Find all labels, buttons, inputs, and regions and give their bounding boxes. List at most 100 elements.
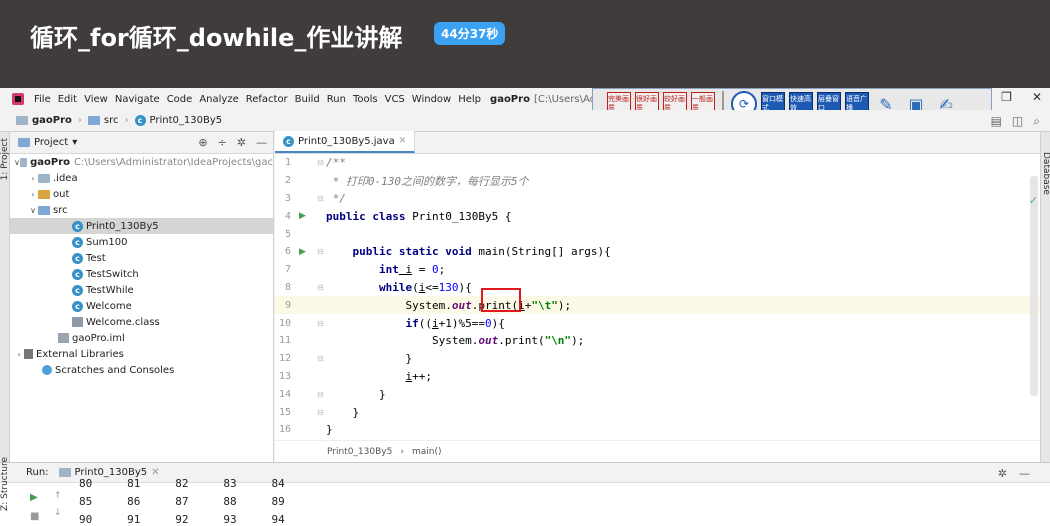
tree-item-label: gaoPro.iml (72, 332, 125, 344)
vertical-scrollbar[interactable] (1030, 176, 1038, 396)
class-icon: c (72, 252, 83, 264)
chevron-right-icon: › (77, 115, 82, 126)
tree-item-root[interactable]: ∨ gaoPro C:\Users\Administrator\IdeaProj… (10, 154, 273, 170)
fold-icon[interactable]: ⊟ (317, 390, 324, 399)
fold-icon[interactable]: ⊟ (317, 319, 324, 328)
breadcrumb-class[interactable]: c Print0_130By5 (134, 115, 222, 126)
tree-item-idea[interactable]: › .idea (10, 170, 273, 186)
fold-icon[interactable]: ⊟ (317, 408, 324, 417)
line-number: 1 (284, 157, 291, 169)
code-line: 13 i++; (275, 368, 1040, 386)
code-text: System.out.print(i+"\t"); (326, 298, 572, 312)
scroll-down-icon[interactable]: ↓ (54, 508, 62, 518)
code-line: 3 ⊟ */ (275, 190, 1040, 208)
console-output-line: 85 86 87 88 89 (79, 495, 285, 508)
fold-icon[interactable]: ⊟ (317, 247, 324, 256)
duration-badge: 44分37秒 (434, 22, 506, 45)
collapse-icon[interactable]: ÷ (218, 136, 227, 149)
close-icon[interactable]: ✕ (1032, 90, 1042, 104)
restore-icon[interactable]: ❐ (1001, 90, 1012, 104)
tree-item-label: Welcome.class (86, 316, 160, 328)
code-line: 6 ▶ ⊟ public static void main(String[] a… (275, 243, 1040, 261)
menu-build[interactable]: Build (295, 94, 320, 105)
run-gutter-icon[interactable]: ▶ (299, 211, 306, 221)
close-tab-icon[interactable]: ✕ (399, 136, 407, 146)
project-tool-tab[interactable]: 1: Project (0, 138, 10, 180)
line-number: 12 (278, 353, 291, 365)
breadcrumb-method-item[interactable]: main() (412, 447, 442, 457)
fold-icon[interactable]: ⊟ (317, 194, 324, 203)
code-text: * 打印0-130之间的数字，每行显示5个 (326, 174, 529, 188)
chevron-right-icon[interactable]: › (14, 350, 24, 359)
tree-item-testwhile[interactable]: c TestWhile (10, 282, 273, 298)
menu-tools[interactable]: Tools (353, 94, 378, 105)
video-title-banner: 循环_for循环_dowhile_作业讲解 44分37秒 (0, 0, 1050, 88)
fold-icon[interactable]: ⊟ (317, 158, 324, 167)
tree-item-out[interactable]: › out (10, 186, 273, 202)
locate-icon[interactable]: ⊕ (198, 136, 207, 149)
menu-vcs[interactable]: VCS (385, 94, 405, 105)
root-name: gaoPro (30, 156, 71, 168)
code-area[interactable]: 1 ⊟ /** 2 * 打印0-130之间的数字，每行显示5个 3 ⊟ */ 4… (275, 154, 1040, 440)
scroll-up-icon[interactable]: ↑ (54, 491, 62, 501)
menu-help[interactable]: Help (458, 94, 481, 105)
chevron-right-icon: › (124, 115, 129, 126)
menu-run[interactable]: Run (327, 94, 346, 105)
code-text: } (326, 387, 386, 401)
menu-file[interactable]: File (34, 94, 51, 105)
gear-icon[interactable]: ✲ (998, 467, 1007, 480)
stop-icon[interactable]: ■ (30, 511, 39, 522)
search-icon[interactable]: ⌕ (1033, 114, 1040, 129)
tree-item-src[interactable]: ∨ src (10, 202, 273, 218)
breadcrumb-src[interactable]: src (87, 115, 119, 126)
menu-refactor[interactable]: Refactor (246, 94, 288, 105)
layout-icon[interactable]: ◫ (1012, 114, 1023, 129)
chevron-right-icon[interactable]: › (28, 174, 38, 183)
fold-icon[interactable]: ⊟ (317, 354, 324, 363)
tree-item-welcome[interactable]: c Welcome (10, 298, 273, 314)
tree-item-test[interactable]: c Test (10, 250, 273, 266)
project-panel-tools: ⊕ ÷ ✲ — (198, 136, 267, 149)
project-view-selector[interactable]: Project (34, 137, 68, 148)
project-panel-header: Project ▾ ⊕ ÷ ✲ — (10, 132, 273, 154)
structure-tool-tab[interactable]: Z: Structure (0, 457, 10, 511)
library-icon (24, 349, 33, 359)
menu-code[interactable]: Code (167, 94, 193, 105)
editor-tab-print0-130by5[interactable]: c Print0_130By5.java ✕ (275, 131, 416, 153)
tree-item-label: Sum100 (86, 236, 128, 248)
menu-view[interactable]: View (84, 94, 108, 105)
menu-edit[interactable]: Edit (58, 94, 77, 105)
chevron-down-icon[interactable]: ∨ (28, 206, 38, 215)
line-number: 4 (284, 210, 291, 222)
project-panel: Project ▾ ⊕ ÷ ✲ — ∨ gaoPro C:\Users\Admi… (10, 132, 274, 462)
menu-navigate[interactable]: Navigate (115, 94, 160, 105)
fold-icon[interactable]: ⊟ (317, 283, 324, 292)
line-number: 11 (278, 335, 291, 347)
menu-analyze[interactable]: Analyze (199, 94, 238, 105)
breadcrumb-class-item[interactable]: Print0_130By5 (327, 447, 392, 457)
line-number: 3 (284, 192, 291, 204)
code-line: 1 ⊟ /** (275, 154, 1040, 172)
tree-item-iml[interactable]: gaoPro.iml (10, 330, 273, 346)
menu-window[interactable]: Window (412, 94, 451, 105)
tree-item-external-libraries[interactable]: › External Libraries (10, 346, 273, 362)
tree-item-scratches[interactable]: Scratches and Consoles (10, 362, 273, 378)
tree-item-print0-130by5[interactable]: c Print0_130By5 (10, 218, 273, 234)
project-structure-icon[interactable]: ▤ (991, 114, 1002, 129)
root-path: C:\Users\Administrator\IdeaProjects\gac (74, 156, 273, 168)
code-text: } (326, 405, 360, 419)
run-gutter-icon[interactable]: ▶ (299, 247, 306, 257)
breadcrumb-project[interactable]: gaoPro (16, 115, 72, 126)
chevron-right-icon[interactable]: › (28, 190, 38, 199)
tree-item-sum100[interactable]: c Sum100 (10, 234, 273, 250)
chevron-down-icon[interactable]: ▾ (72, 137, 77, 148)
tree-item-welcome-class[interactable]: Welcome.class (10, 314, 273, 330)
line-number: 7 (284, 264, 291, 276)
gear-icon[interactable]: ✲ (237, 136, 246, 149)
minimize-icon[interactable]: — (1019, 467, 1030, 480)
rerun-icon[interactable]: ▶ (30, 492, 38, 503)
minimize-icon[interactable]: — (256, 136, 267, 149)
class-icon: c (72, 220, 83, 232)
tree-item-testswitch[interactable]: c TestSwitch (10, 266, 273, 282)
database-tool-tab[interactable]: Database (1041, 152, 1050, 195)
